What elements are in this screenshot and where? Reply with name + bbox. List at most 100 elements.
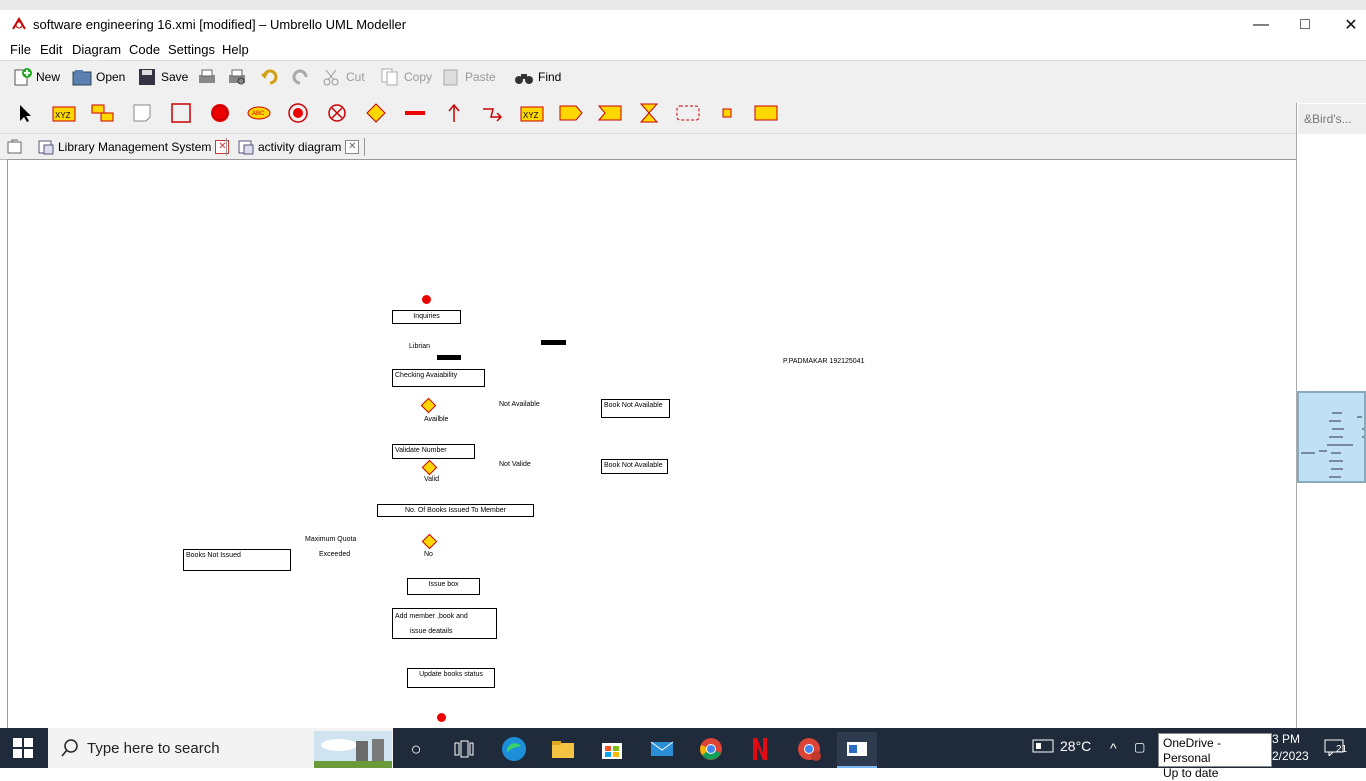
activity-update-books-status[interactable]: Update books status (407, 668, 495, 688)
diagram-thumbnail (1301, 412, 1365, 478)
activity-books-issued-to-member[interactable]: No. Of Books Issued To Member (377, 504, 534, 517)
minimize-button[interactable]: — (1238, 12, 1284, 38)
tab-activity-diagram[interactable]: activity diagram ✕ (238, 137, 360, 157)
arrow-up-tool[interactable] (442, 102, 466, 124)
note-tool[interactable] (130, 102, 154, 124)
tab-library-management-system[interactable]: Library Management System ✕ (38, 137, 230, 157)
close-tab-icon[interactable]: ✕ (345, 140, 360, 154)
box-tool[interactable] (169, 102, 193, 124)
copy-icon (380, 68, 400, 86)
join-bar[interactable] (541, 340, 566, 345)
author-note: P.PADMAKAR 192125041 (783, 358, 865, 365)
decision-availability[interactable] (420, 397, 437, 414)
region-tool[interactable] (676, 102, 700, 124)
menu-settings[interactable]: Settings (168, 42, 215, 57)
new-tab-button[interactable] (6, 137, 24, 157)
xyz-icon-tool[interactable]: XYZ (52, 102, 76, 124)
final-activity-tool[interactable] (325, 102, 349, 124)
umbrello-taskbar-icon[interactable] (837, 732, 877, 768)
date: 2/2023 (1272, 749, 1309, 763)
redo-button[interactable] (290, 67, 310, 87)
label-not-valide: Not Valide (499, 461, 531, 468)
notifications-button[interactable]: 21 (1324, 738, 1347, 759)
close-tab-icon[interactable]: ✕ (215, 140, 230, 154)
save-button[interactable]: Save (137, 67, 188, 87)
activity-books-not-issued[interactable]: Books Not Issued (183, 549, 291, 571)
decision-valid[interactable] (421, 459, 438, 476)
folder-open-icon (72, 68, 92, 86)
window-title: software engineering 16.xmi [modified] –… (33, 17, 407, 32)
activity-issue-box[interactable]: Issue box (407, 578, 480, 595)
file-explorer-icon[interactable] (543, 732, 583, 766)
chrome-icon[interactable] (691, 732, 731, 766)
final-node[interactable] (437, 713, 446, 722)
activity-book-not-available-2[interactable]: Book Not Available (601, 459, 668, 474)
tab-label: Library Management System (58, 140, 212, 154)
diagram-canvas[interactable]: Inquiries Librian P.PADMAKAR 192125041 C… (7, 159, 1296, 730)
search-highlight-image (314, 731, 392, 768)
menu-file[interactable]: File (10, 42, 31, 57)
maximize-button[interactable]: □ (1282, 12, 1328, 38)
svg-text:XYZ: XYZ (523, 111, 539, 120)
activity-book-not-available-1[interactable]: Book Not Available (601, 399, 670, 418)
edge-browser-icon[interactable] (494, 732, 534, 766)
activity-line-2: issue deatails (410, 628, 453, 635)
print-button[interactable] (197, 67, 217, 87)
birds-eye-viewport[interactable] (1297, 391, 1366, 483)
meet-now-icon[interactable]: ▢ (1134, 740, 1145, 754)
exception-tool[interactable] (481, 102, 505, 124)
end-state-tool[interactable] (286, 102, 310, 124)
activity-checking-availability[interactable]: Checking Avaiability (392, 369, 485, 387)
time-event-tool[interactable] (637, 102, 661, 124)
branch-tool[interactable] (364, 102, 388, 124)
windows-start-icon[interactable] (13, 738, 33, 761)
activity-add-member-details[interactable]: Add member ,book and issue deatails (392, 608, 497, 639)
microsoft-store-icon[interactable] (592, 732, 632, 766)
search-placeholder: Type here to search (87, 740, 220, 757)
undo-button[interactable] (260, 67, 280, 87)
initial-node[interactable] (422, 295, 431, 304)
find-button[interactable]: Find (514, 67, 561, 87)
task-view-icon[interactable] (444, 732, 484, 766)
open-button[interactable]: Open (72, 67, 125, 87)
scissors-icon (322, 68, 342, 86)
clock[interactable]: 3 PM 2/2023 (1272, 731, 1309, 765)
copy-button[interactable]: Copy (380, 67, 432, 87)
birds-eye-title[interactable]: &Bird's... (1298, 104, 1366, 134)
menu-edit[interactable]: Edit (40, 42, 62, 57)
activity-validate-number[interactable]: Validate Number (392, 444, 475, 459)
send-signal-tool[interactable] (559, 102, 583, 124)
time: 3 PM (1272, 732, 1301, 746)
weather-widget[interactable]: 28°C (1032, 738, 1091, 754)
menu-code[interactable]: Code (129, 42, 160, 57)
copy-label: Copy (404, 70, 433, 84)
menu-help[interactable]: Help (222, 42, 249, 57)
initial-state-tool[interactable] (208, 102, 232, 124)
paste-button[interactable]: Paste (441, 67, 496, 87)
select-arrow-tool[interactable] (13, 102, 37, 124)
fork-tool[interactable] (403, 102, 427, 124)
activity-tool[interactable]: ABC (247, 102, 271, 124)
close-button[interactable]: ✕ (1328, 12, 1366, 38)
netflix-icon[interactable] (740, 732, 780, 766)
redo-icon (290, 68, 310, 86)
new-button[interactable]: New (12, 67, 60, 87)
mail-icon[interactable] (642, 732, 682, 766)
xyz-small-tool[interactable] (91, 102, 115, 124)
accept-signal-tool[interactable] (598, 102, 622, 124)
fork-bar[interactable] (437, 355, 461, 360)
menu-diagram[interactable]: Diagram (72, 42, 121, 57)
onedrive-tooltip: OneDrive - Personal Up to date (1158, 733, 1272, 780)
object-tool[interactable] (754, 102, 778, 124)
activity-inquiries[interactable]: Inquiries (392, 310, 461, 324)
pin-tool[interactable] (715, 102, 739, 124)
svg-text:XYZ: XYZ (55, 111, 71, 120)
print-preview-button[interactable] (227, 67, 247, 87)
chrome-profile-icon[interactable] (789, 732, 829, 766)
chevron-up-icon[interactable]: ^ (1110, 740, 1117, 756)
decision-quota[interactable] (421, 533, 438, 550)
cut-button[interactable]: Cut (322, 67, 365, 87)
object-node-tool[interactable]: XYZ (520, 102, 544, 124)
cortana-icon[interactable]: ○ (396, 732, 436, 766)
printer-icon (197, 68, 217, 86)
